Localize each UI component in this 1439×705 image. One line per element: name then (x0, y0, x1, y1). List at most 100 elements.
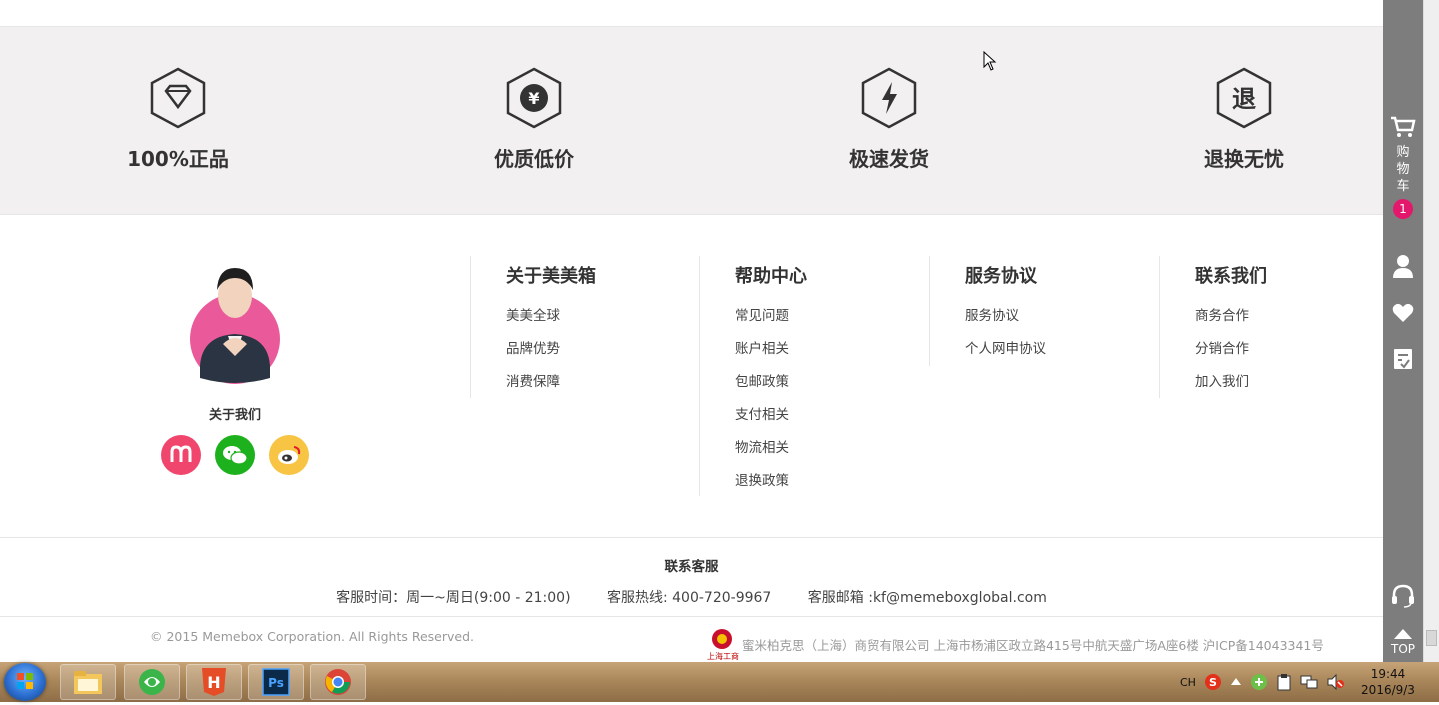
about-section: 关于我们 (150, 256, 320, 475)
feature-band: 100%正品 ¥ 优质低价 极速发货 退 退换无忧 (0, 27, 1383, 215)
cart-count-badge: 1 (1393, 199, 1413, 219)
top-strip (0, 0, 1383, 27)
footer-link[interactable]: 美美全球 (506, 306, 596, 339)
svg-text:Ps: Ps (268, 676, 284, 690)
meme-logo-icon[interactable] (161, 435, 201, 475)
column-title: 服务协议 (965, 266, 1037, 287)
volume-muted-icon[interactable] (1326, 674, 1344, 690)
windows-logo-icon (17, 673, 33, 689)
footer-link[interactable]: 账户相关 (735, 339, 807, 372)
browser-360-icon (139, 669, 165, 695)
footer-link[interactable]: 服务协议 (965, 306, 1046, 339)
footer-column-help: 帮助中心 常见问题 账户相关 包邮政策 支付相关 物流相关 退换政策 (699, 256, 807, 496)
taskbar-browser-360[interactable] (124, 664, 180, 700)
back-to-top-button[interactable]: TOP (1383, 628, 1423, 656)
photoshop-icon: Ps (262, 668, 290, 696)
footer-link[interactable]: 分销合作 (1195, 339, 1267, 372)
footer-link[interactable]: 加入我们 (1195, 372, 1267, 405)
lightning-icon (861, 67, 917, 129)
weibo-icon[interactable] (269, 435, 309, 475)
scrollbar[interactable] (1423, 0, 1439, 662)
service-hotline: 客服热线: 400-720-9967 (606, 590, 772, 606)
start-button[interactable] (4, 663, 46, 701)
customer-service-icon[interactable] (1383, 584, 1423, 608)
feature-easy-return: 退 退换无忧 (1164, 67, 1324, 172)
taskbar-hbuilder[interactable]: H (186, 664, 242, 700)
footer-link[interactable]: 支付相关 (735, 405, 807, 438)
feature-label: 优质低价 (494, 147, 574, 171)
business-license-emblem-icon[interactable]: 上海工商 (706, 628, 739, 661)
footer-link[interactable]: 商务合作 (1195, 306, 1267, 339)
right-sidebar: 购物车 1 TOP (1383, 0, 1423, 662)
html5-icon: H (202, 668, 226, 696)
footer-link[interactable]: 退换政策 (735, 471, 807, 504)
taskbar-photoshop[interactable]: Ps (248, 664, 304, 700)
avatar (190, 256, 280, 384)
sogou-input-icon[interactable]: S (1204, 673, 1222, 691)
clock[interactable]: 19:44 2016/9/3 (1356, 666, 1420, 698)
diamond-icon (150, 67, 206, 129)
clock-date: 2016/9/3 (1361, 683, 1415, 697)
chrome-icon (325, 669, 351, 695)
arrow-up-icon (1394, 629, 1412, 639)
return-glyph: 退 (1232, 85, 1256, 113)
taskbar-explorer[interactable] (60, 664, 116, 700)
footer-link[interactable]: 个人网申协议 (965, 339, 1046, 372)
service-hours: 客服时间：周一~周日(9:00 - 21:00) (336, 590, 571, 606)
footer-main: 关于我们 关于美美箱 美美全球 品牌优势 消费保障 帮助中心 常见问题 账户相关… (0, 216, 1383, 538)
service-info: 客服时间：周一~周日(9:00 - 21:00) 客服热线: 400-720-9… (0, 587, 1383, 607)
tray-expand-icon[interactable] (1230, 677, 1242, 687)
user-icon[interactable] (1383, 254, 1423, 278)
svg-text:¥: ¥ (528, 89, 539, 108)
feature-authentic: 100%正品 (98, 67, 258, 172)
system-tray: CH S (1180, 662, 1344, 702)
service-email: 客服邮箱 :kf@memeboxglobal.com (807, 590, 1047, 606)
cart-label: 购物车 (1396, 145, 1410, 194)
scrollbar-thumb[interactable] (1426, 630, 1437, 646)
footer-link[interactable]: 消费保障 (506, 372, 596, 405)
top-label: TOP (1390, 642, 1415, 656)
taskbar-chrome[interactable] (310, 664, 366, 700)
column-title: 联系我们 (1195, 266, 1267, 287)
customer-service: 联系客服 客服时间：周一~周日(9:00 - 21:00) 客服热线: 400-… (0, 538, 1383, 617)
history-icon[interactable] (1383, 348, 1423, 370)
feature-label: 100%正品 (127, 147, 229, 171)
column-title: 关于美美箱 (506, 266, 596, 287)
svg-text:H: H (207, 673, 220, 692)
social-links (150, 435, 320, 475)
network-icon[interactable] (1300, 674, 1318, 690)
emblem-caption: 上海工商 (707, 652, 739, 661)
wechat-icon[interactable] (215, 435, 255, 475)
service-title: 联系客服 (664, 559, 719, 575)
footer-link[interactable]: 常见问题 (735, 306, 807, 339)
footer-column-about: 关于美美箱 美美全球 品牌优势 消费保障 (470, 256, 596, 398)
cart-icon (1391, 116, 1416, 137)
company-text: 蜜米柏克思（上海）商贸有限公司 上海市杨浦区政立路415号中航天盛广场A座6楼 … (742, 637, 1324, 653)
footer-link[interactable]: 品牌优势 (506, 339, 596, 372)
footer-link[interactable]: 物流相关 (735, 438, 807, 471)
clipboard-icon[interactable] (1276, 673, 1292, 691)
ime-indicator[interactable]: CH (1180, 676, 1196, 689)
folder-icon (74, 671, 102, 694)
about-title: 关于我们 (208, 408, 261, 423)
heart-icon[interactable] (1383, 303, 1423, 323)
svg-text:S: S (1209, 676, 1217, 689)
copyright: © 2015 Memebox Corporation. All Rights R… (150, 629, 474, 644)
mouse-cursor-icon (983, 51, 997, 71)
footer-column-contact: 联系我们 商务合作 分销合作 加入我们 (1159, 256, 1267, 398)
feature-label: 退换无忧 (1204, 147, 1284, 171)
clock-time: 19:44 (1370, 667, 1406, 681)
feature-label: 极速发货 (849, 147, 929, 171)
footer-link[interactable]: 包邮政策 (735, 372, 807, 405)
footer-column-agreement: 服务协议 服务协议 个人网申协议 (929, 256, 1046, 366)
yuan-icon: ¥ (506, 67, 562, 129)
column-title: 帮助中心 (735, 266, 807, 287)
taskbar: H Ps CH S 19:44 2016/9/3 (0, 662, 1439, 702)
return-icon: 退 (1216, 67, 1272, 129)
security-shield-icon[interactable] (1250, 673, 1268, 691)
feature-low-price: ¥ 优质低价 (454, 67, 614, 172)
feature-fast-shipping: 极速发货 (809, 67, 969, 172)
sidebar-cart[interactable]: 购物车 1 (1383, 116, 1423, 219)
company-info: 上海工商 蜜米柏克思（上海）商贸有限公司 上海市杨浦区政立路415号中航天盛广场… (706, 628, 1324, 661)
page: 100%正品 ¥ 优质低价 极速发货 退 退换无忧 关于我们 关于美美箱 美美全… (0, 0, 1383, 662)
